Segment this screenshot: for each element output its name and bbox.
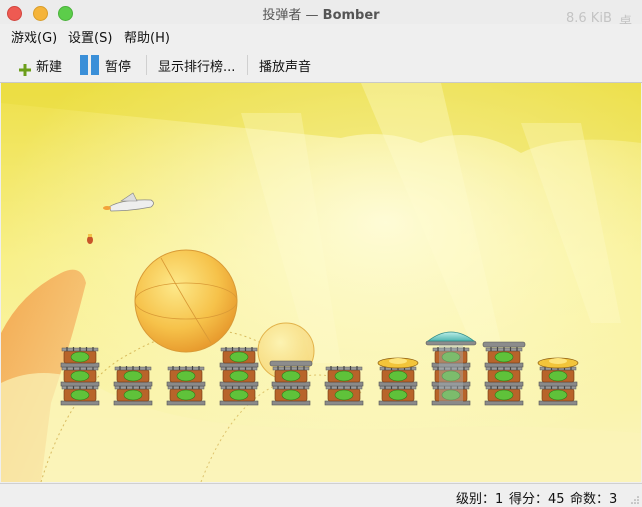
building-tower [537, 357, 579, 406]
level-indicator: 级别：1 [456, 488, 503, 507]
building-tower [60, 347, 100, 406]
menu-settings[interactable]: 设置(S) [68, 27, 112, 46]
pause-button[interactable]: 暂停 [105, 56, 131, 75]
window-title-prefix: 投弹者 — [262, 8, 323, 23]
toolbar-separator [146, 55, 147, 75]
window-title-app: Bomber [322, 8, 380, 23]
play-sound-toggle[interactable]: 播放声音 [259, 56, 311, 75]
score-indicator: 得分：45 [509, 488, 565, 507]
building-tower [377, 357, 419, 406]
menu-game[interactable]: 游戏(G) [11, 27, 57, 46]
score-value: 45 [548, 492, 565, 507]
menu-help[interactable]: 帮助(H) [124, 27, 170, 46]
building-tower [269, 360, 313, 406]
status-bar: 级别：1 得分：45 命数：3 [0, 483, 642, 507]
building-tower [219, 347, 259, 406]
level-value: 1 [495, 492, 504, 507]
menu-bar: 游戏(G) 设置(S) 帮助(H) [0, 24, 642, 46]
game-field[interactable] [1, 83, 641, 482]
score-label: 得分： [509, 492, 549, 507]
lives-indicator: 命数：3 [570, 488, 617, 507]
building-tower [166, 366, 206, 406]
building-tower [113, 366, 153, 406]
title-bar: 投弹者 — Bomber 8.6 KiB 桌面 [0, 0, 642, 49]
toolbar-separator [247, 55, 248, 75]
show-highscores-button[interactable]: 显示排行榜... [158, 56, 235, 75]
window-title: 投弹者 — Bomber [0, 4, 642, 23]
building-tower [482, 341, 526, 406]
new-game-button[interactable]: 新建 [36, 56, 62, 75]
pause-icon[interactable] [80, 55, 100, 75]
resize-grip-icon[interactable] [630, 495, 639, 504]
plus-icon[interactable] [19, 64, 31, 76]
lives-label: 命数： [570, 492, 610, 507]
lives-value: 3 [609, 492, 618, 507]
building-tower [324, 366, 364, 406]
level-label: 级别： [456, 492, 496, 507]
